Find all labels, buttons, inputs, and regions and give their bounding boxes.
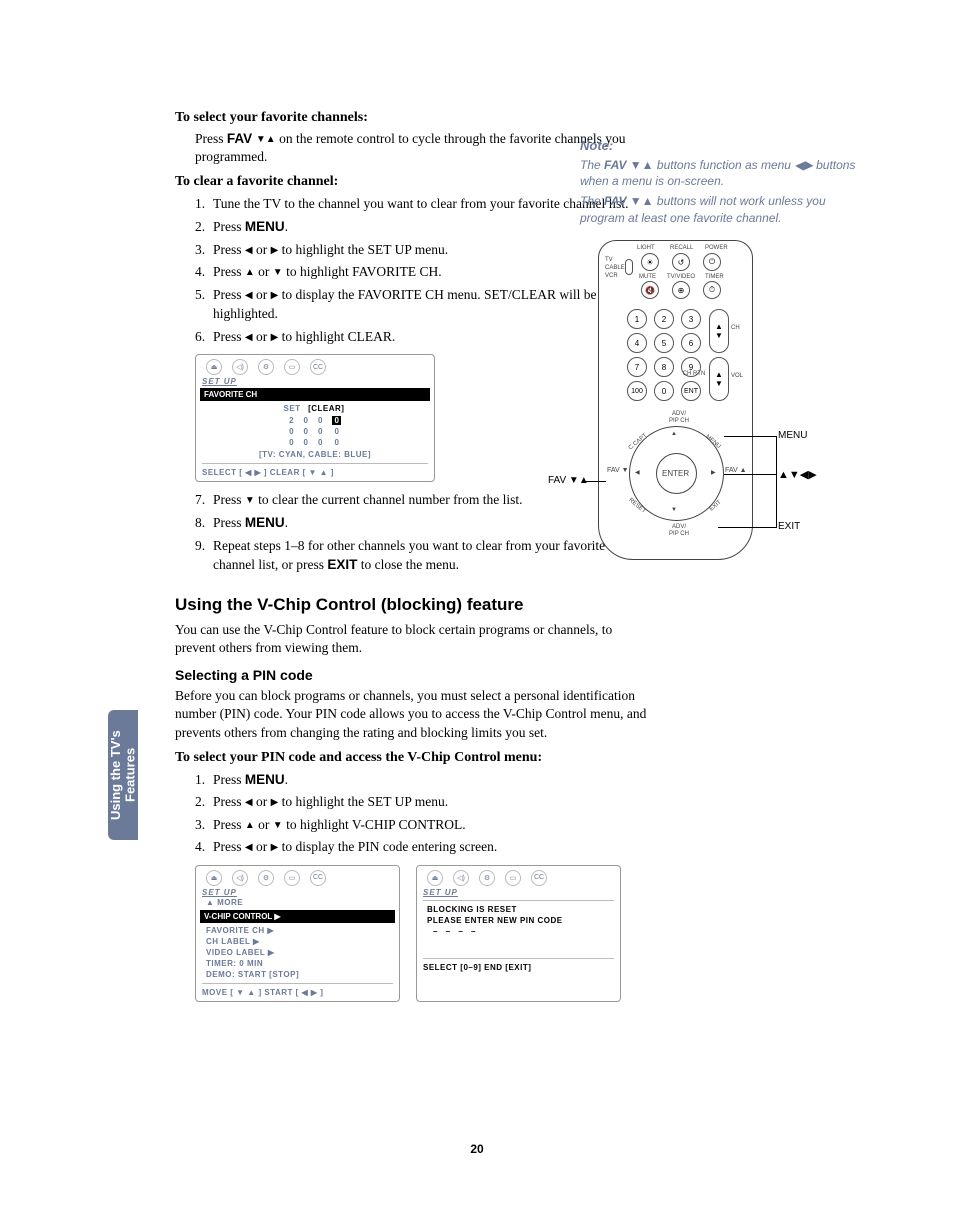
note-heading: Note:: [580, 138, 865, 153]
osd-top-icons: ⏏◁)⚙▭CC: [202, 359, 428, 375]
step: 5.Press ◀ or ▶ to display the FAVORITE C…: [195, 285, 650, 324]
subsection-pin: Selecting a PIN code: [175, 667, 650, 683]
callout-menu: MENU: [778, 430, 807, 441]
step: 7.Press ▼ to clear the current channel n…: [195, 490, 650, 510]
para-pin: Before you can block programs or channel…: [175, 687, 650, 742]
callout-exit: EXIT: [778, 521, 800, 532]
heading-clear-fav: To clear a favorite channel:: [175, 174, 650, 190]
osd-favorite-ch: ⏏◁)⚙▭CC SET UP FAVORITE CH SET [CLEAR] 2…: [195, 354, 435, 482]
step: 8.Press MENU.: [195, 513, 650, 533]
section-vchip-title: Using the V-Chip Control (blocking) feat…: [175, 595, 650, 615]
steps-pin: 1.Press MENU. 2.Press ◀ or ▶ to highligh…: [175, 770, 650, 857]
section-tab-label: Using the TV's Features: [109, 710, 138, 840]
para-select-fav: Press FAV ▼▲ on the remote control to cy…: [175, 130, 650, 166]
osd-pin-entry: ⏏◁)⚙▭CC SET UP BLOCKING IS RESET PLEASE …: [416, 865, 621, 1002]
step: 9.Repeat steps 1–8 for other channels yo…: [195, 536, 650, 575]
note-1: The FAV ▼▲ buttons function as menu ◀▶ b…: [580, 157, 865, 189]
section-tab: Using the TV's Features: [108, 710, 138, 840]
side-column: Note: The FAV ▼▲ buttons function as men…: [580, 138, 865, 230]
para-vchip-intro: You can use the V-Chip Control feature t…: [175, 621, 650, 657]
steps-clear-7-9: 7.Press ▼ to clear the current channel n…: [175, 490, 650, 574]
main-column: To select your favorite channels: Press …: [175, 110, 650, 1010]
step: 4.Press ▲ or ▼ to highlight FAVORITE CH.: [195, 262, 650, 282]
step: 2.Press ◀ or ▶ to highlight the SET UP m…: [195, 792, 650, 812]
note-2: The FAV ▼▲ buttons will not work unless …: [580, 193, 865, 225]
osd-pair: ⏏◁)⚙▭CC SET UP ▲ MORE V-CHIP CONTROL ▶ F…: [195, 865, 650, 1002]
callout-arrows: ▲▼◀▶: [778, 468, 817, 481]
step: 3.Press ◀ or ▶ to highlight the SET UP m…: [195, 240, 650, 260]
step: 1.Press MENU.: [195, 770, 650, 790]
callout-fav: FAV ▼▲: [548, 475, 589, 486]
osd-vchip-menu: ⏏◁)⚙▭CC SET UP ▲ MORE V-CHIP CONTROL ▶ F…: [195, 865, 400, 1002]
step: 3.Press ▲ or ▼ to highlight V-CHIP CONTR…: [195, 815, 650, 835]
heading-select-fav: To select your favorite channels:: [175, 110, 650, 126]
step: 6.Press ◀ or ▶ to highlight CLEAR.: [195, 327, 650, 347]
page-number: 20: [0, 1142, 954, 1156]
step: 4.Press ◀ or ▶ to display the PIN code e…: [195, 837, 650, 857]
remote-illustration: LIGHT RECALL POWER ☀ ↺ ⏻ TV CABLE VCR MU…: [598, 240, 753, 560]
heading-pin-steps: To select your PIN code and access the V…: [175, 750, 650, 766]
steps-clear-1-6: 1.Tune the TV to the channel you want to…: [175, 194, 650, 346]
